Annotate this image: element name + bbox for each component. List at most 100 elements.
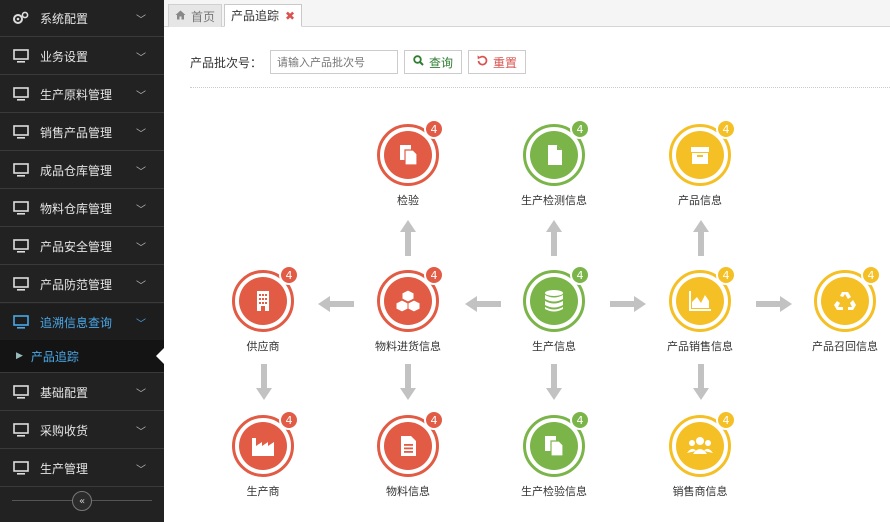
sidebar-item-label: 产品防范管理 <box>40 277 113 292</box>
file-icon <box>530 131 578 179</box>
node-product-info[interactable]: 4 产品信息 <box>645 119 755 208</box>
arrow-left-icon <box>465 296 501 312</box>
tab-product-trace[interactable]: 产品追踪 ✖ <box>224 4 303 27</box>
node-circle: 4 <box>669 410 736 477</box>
node-material-purchase-info[interactable]: 4 物料进货信息 <box>353 265 463 354</box>
node-material-info[interactable]: 4 物料信息 <box>353 410 463 499</box>
chevron-down-icon: ﹀ <box>136 426 146 438</box>
chevron-down-icon: ﹀ <box>136 388 146 400</box>
sidebar-item-label: 系统配置 <box>40 11 89 26</box>
sidebar-item-business-settings[interactable]: 业务设置 ﹀ <box>0 38 164 75</box>
node-circle: 4 <box>523 410 590 477</box>
sidebar-item-product-safety[interactable]: 产品安全管理 ﹀ <box>0 228 164 265</box>
node-circle: 4 <box>523 119 590 186</box>
sidebar-item-material-warehouse[interactable]: 物料仓库管理 ﹀ <box>0 190 164 227</box>
search-button-label: 查询 <box>429 55 454 70</box>
search-button[interactable]: 查询 <box>404 50 463 74</box>
tab-home[interactable]: 首页 <box>168 4 223 27</box>
gears-icon <box>12 11 30 25</box>
arrow-up-icon <box>400 220 416 256</box>
arrow-down-icon <box>400 364 416 400</box>
sidebar-item-finished-warehouse[interactable]: 成品仓库管理 ﹀ <box>0 152 164 189</box>
count-badge: 4 <box>861 265 881 285</box>
sidebar-item-trace-query[interactable]: 追溯信息查询 ﹀ <box>0 304 164 341</box>
arrow-up-icon <box>546 220 562 256</box>
monitor-icon <box>12 49 30 63</box>
chevron-down-icon: ﹀ <box>136 52 146 64</box>
node-circle: 4 <box>814 265 881 332</box>
count-badge: 4 <box>570 410 590 430</box>
database-icon <box>530 277 578 325</box>
collapse-sidebar-button[interactable]: « <box>72 491 92 511</box>
node-label: 供应商 <box>246 340 280 353</box>
monitor-icon <box>12 125 30 139</box>
node-label: 生产检验信息 <box>521 485 587 498</box>
chevron-down-icon: ﹀ <box>136 204 146 216</box>
sidebar-item-label: 基础配置 <box>40 385 89 400</box>
active-notch <box>156 348 164 364</box>
archive-box-icon <box>676 131 724 179</box>
tab-bar: 首页 产品追踪 ✖ <box>164 0 890 27</box>
node-label: 产品召回信息 <box>812 340 878 353</box>
count-badge: 4 <box>279 410 299 430</box>
sidebar-item-label: 销售产品管理 <box>40 125 113 140</box>
monitor-icon <box>12 277 30 291</box>
recycle-icon <box>821 277 869 325</box>
sidebar-item-basic-config[interactable]: 基础配置 ﹀ <box>0 374 164 411</box>
sidebar-subitem-label: 产品追踪 <box>30 349 79 364</box>
close-icon[interactable]: ✖ <box>285 9 295 23</box>
monitor-icon <box>12 385 30 399</box>
sidebar-item-raw-materials[interactable]: 生产原料管理 ﹀ <box>0 76 164 113</box>
node-circle: 4 <box>523 265 590 332</box>
node-label: 产品销售信息 <box>667 340 733 353</box>
document-icon <box>384 422 432 470</box>
sidebar-item-anti-counterfeit[interactable]: 产品防范管理 ﹀ <box>0 266 164 303</box>
count-badge: 4 <box>424 265 444 285</box>
sidebar-item-system-config[interactable]: 系统配置 ﹀ <box>0 0 164 37</box>
count-badge: 4 <box>716 119 736 139</box>
reset-icon <box>477 55 488 69</box>
sidebar-subitem-product-trace[interactable]: ▶ 产品追踪 <box>0 340 164 373</box>
node-supplier[interactable]: 4 供应商 <box>208 265 318 354</box>
node-label: 产品信息 <box>678 194 722 207</box>
sidebar-item-label: 物料仓库管理 <box>40 201 113 216</box>
count-badge: 4 <box>424 119 444 139</box>
tab-product-trace-label: 产品追踪 <box>231 9 280 23</box>
tab-home-label: 首页 <box>191 9 216 24</box>
node-product-recall-info[interactable]: 4 产品召回信息 <box>790 265 890 354</box>
sidebar-collapse-bar: « <box>0 489 164 513</box>
node-dealer-info[interactable]: 4 销售商信息 <box>645 410 755 499</box>
documents-icon <box>384 131 432 179</box>
batch-number-input[interactable] <box>270 50 399 74</box>
sidebar-item-label: 生产管理 <box>40 461 89 476</box>
sidebar-item-label: 业务设置 <box>40 49 89 64</box>
search-icon <box>413 55 424 69</box>
sidebar-item-label: 成品仓库管理 <box>40 163 113 178</box>
copy-icon <box>530 422 578 470</box>
node-production-inspection-info[interactable]: 4 生产检验信息 <box>499 410 609 499</box>
node-circle: 4 <box>377 119 444 186</box>
monitor-icon <box>12 239 30 253</box>
sidebar-item-label: 采购收货 <box>40 423 89 438</box>
sidebar-item-sales-products[interactable]: 销售产品管理 ﹀ <box>0 114 164 151</box>
reset-button[interactable]: 重置 <box>468 50 527 74</box>
monitor-icon <box>12 201 30 215</box>
sidebar-item-purchase-receipt[interactable]: 采购收货 ﹀ <box>0 412 164 449</box>
node-production-info[interactable]: 4 生产信息 <box>499 265 609 354</box>
node-product-sales-info[interactable]: 4 产品销售信息 <box>645 265 755 354</box>
chevron-down-icon: ﹀ <box>136 90 146 102</box>
count-badge: 4 <box>570 119 590 139</box>
node-manufacturer[interactable]: 4 生产商 <box>208 410 318 499</box>
chevron-down-icon: ﹀ <box>136 280 146 292</box>
count-badge: 4 <box>279 265 299 285</box>
cubes-icon <box>384 277 432 325</box>
chevron-down-icon: ﹀ <box>136 318 146 330</box>
chevron-down-icon: ﹀ <box>136 242 146 254</box>
node-inspection[interactable]: 4 检验 <box>353 119 463 208</box>
arrow-up-icon <box>693 220 709 256</box>
sidebar-item-production-mgmt[interactable]: 生产管理 ﹀ <box>0 450 164 487</box>
node-label: 生产检测信息 <box>521 194 587 207</box>
node-production-test-info[interactable]: 4 生产检测信息 <box>499 119 609 208</box>
chevron-down-icon: ﹀ <box>136 166 146 178</box>
arrow-right-icon <box>756 296 792 312</box>
